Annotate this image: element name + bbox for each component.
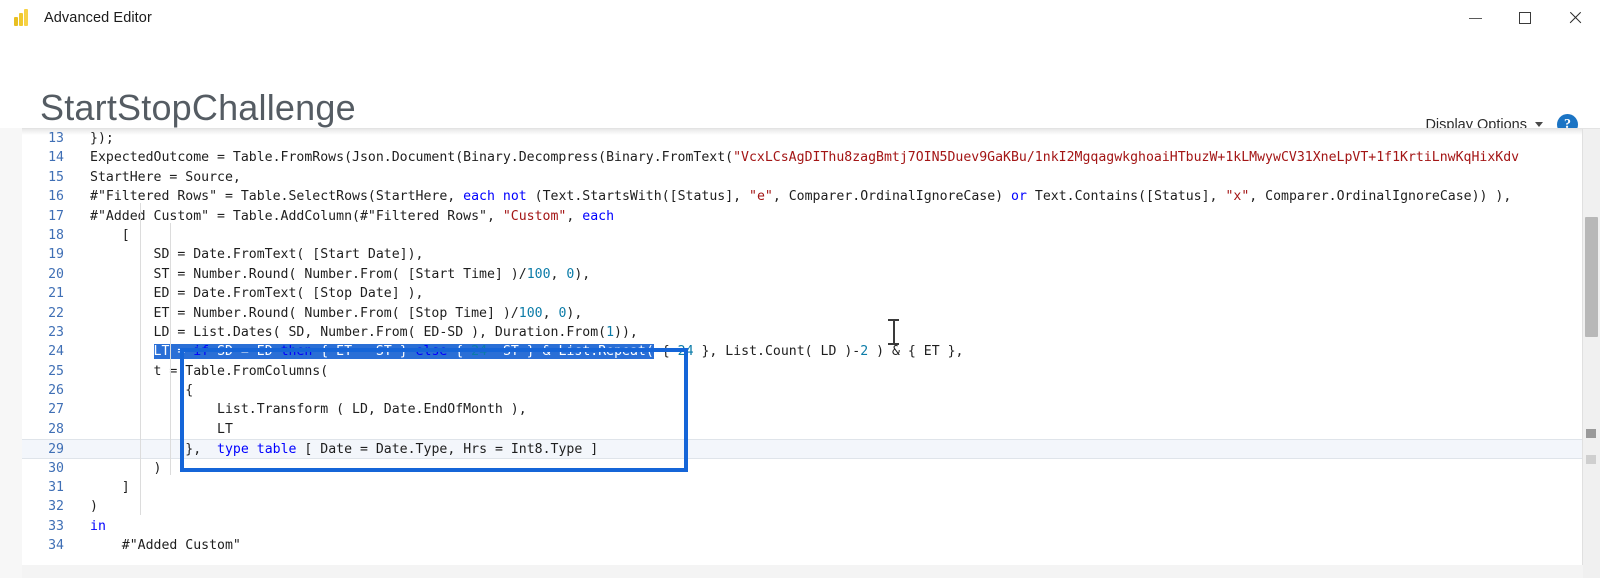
code-line-text: t = Table.FromColumns( (90, 363, 329, 379)
code-line[interactable]: 18 [ (22, 226, 1600, 245)
power-bi-icon (14, 9, 32, 27)
code-line[interactable]: 15 StartHere = Source, (22, 168, 1600, 187)
line-number: 33 (48, 518, 64, 534)
code-line[interactable]: 26 { (22, 381, 1600, 400)
line-number: 19 (48, 247, 64, 263)
code-line-text: ED = Date.FromText( [Stop Date] ), (90, 286, 424, 302)
code-line[interactable]: 30 ) (22, 459, 1600, 478)
code-line[interactable]: 29 }, type table [ Date = Date.Type, Hrs… (22, 439, 1600, 459)
code-line-text: ) (90, 460, 162, 476)
line-number: 27 (48, 402, 64, 418)
horizontal-scrollbar[interactable] (22, 565, 1583, 578)
code-line[interactable]: 33 in (22, 517, 1600, 536)
code-line[interactable]: 31 ] (22, 478, 1600, 497)
line-number: 20 (48, 266, 64, 282)
line-number: 28 (48, 421, 64, 437)
code-line[interactable]: 16 #"Filtered Rows" = Table.SelectRows(St… (22, 187, 1600, 206)
code-line[interactable]: 13}); (22, 129, 1600, 148)
code-line[interactable]: 28 LT (22, 420, 1600, 439)
line-number: 23 (48, 324, 64, 340)
code-line-text: ST = Number.Round( Number.From( [Start T… (90, 266, 591, 282)
code-line-text: List.Transform ( LD, Date.EndOfMonth ), (90, 402, 527, 418)
code-line-text: LD = List.Dates( SD, Number.From( ED-SD … (90, 324, 638, 340)
code-line[interactable]: 17 #"Added Custom" = Table.AddColumn(#"Fi… (22, 207, 1600, 226)
code-line[interactable]: 32) (22, 497, 1600, 516)
code-line-text: StartHere = Source, (90, 169, 241, 185)
code-line[interactable]: 19 SD = Date.FromText( [Start Date]), (22, 245, 1600, 264)
window-title: Advanced Editor (44, 10, 152, 26)
code-line-text: #"Added Custom" (90, 538, 241, 554)
code-line[interactable]: 27 List.Transform ( LD, Date.EndOfMonth … (22, 400, 1600, 419)
line-number: 30 (48, 460, 64, 476)
vertical-scrollbar[interactable] (1582, 129, 1600, 578)
code-line-text: #"Added Custom" = Table.AddColumn(#"Filt… (90, 208, 615, 224)
vertical-scrollbar-thumb[interactable] (1585, 217, 1598, 337)
line-number: 22 (48, 305, 64, 321)
window-controls (1450, 0, 1600, 36)
code-line[interactable]: 25 t = Table.FromColumns( (22, 362, 1600, 381)
editor-left-rail (0, 128, 23, 578)
line-number: 31 (48, 480, 64, 496)
code-line[interactable]: 23 LD = List.Dates( SD, Number.From( ED-… (22, 323, 1600, 342)
window-titlebar: Advanced Editor (0, 0, 1600, 36)
code-lines-container[interactable]: 13}); 14 ExpectedOutcome = Table.FromRows(… (22, 129, 1600, 578)
code-line-text: ] (90, 480, 130, 496)
line-number: 17 (48, 208, 64, 224)
code-line-text: [ (90, 227, 130, 243)
minimize-button[interactable] (1450, 0, 1500, 36)
close-icon (1568, 11, 1582, 25)
code-line-text: in (90, 518, 106, 534)
close-button[interactable] (1550, 0, 1600, 36)
code-line-text: { (90, 383, 194, 399)
code-line[interactable]: 22 ET = Number.Round( Number.From( [Stop… (22, 304, 1600, 323)
code-line-text: #"Filtered Rows" = Table.SelectRows(Star… (90, 189, 1512, 205)
line-number: 18 (48, 227, 64, 243)
titlebar-left-group: Advanced Editor (0, 9, 152, 27)
line-number: 32 (48, 499, 64, 515)
line-number: 15 (48, 169, 64, 185)
line-number: 25 (48, 363, 64, 379)
code-line-text: ET = Number.Round( Number.From( [Stop Ti… (90, 305, 583, 321)
line-number: 34 (48, 538, 64, 554)
line-number: 13 (48, 131, 64, 146)
code-line-text: ExpectedOutcome = Table.FromRows(Json.Do… (90, 150, 1520, 166)
code-line-text: LT = if SD = ED then { ET - ST } else { … (153, 344, 964, 360)
line-number: 26 (48, 383, 64, 399)
code-editor-panel[interactable]: 13}); 14 ExpectedOutcome = Table.FromRows(… (22, 128, 1600, 578)
code-line[interactable]: 24 LT = if SD = ED then { ET - ST } else… (22, 342, 1600, 361)
code-line-text: LT (90, 421, 233, 437)
query-name-title: StartStopChallenge (40, 87, 356, 128)
line-number: 21 (48, 286, 64, 302)
code-line-text: SD = Date.FromText( [Start Date]), (90, 247, 424, 263)
code-line-text: ) (90, 499, 98, 515)
chevron-down-icon (1535, 122, 1543, 127)
line-number: 29 (48, 442, 64, 458)
maximize-button[interactable] (1500, 0, 1550, 36)
editor-header: StartStopChallenge Display Options ? (0, 36, 1600, 135)
code-line-text: }, type table [ Date = Date.Type, Hrs = … (90, 442, 599, 458)
maximize-icon (1519, 12, 1531, 24)
code-line[interactable]: 20 ST = Number.Round( Number.From( [Star… (22, 265, 1600, 284)
line-number: 16 (48, 189, 64, 205)
line-number: 14 (48, 150, 64, 166)
line-number: 24 (48, 344, 64, 360)
code-line[interactable]: 34 #"Added Custom" (22, 536, 1600, 555)
minimize-icon (1468, 17, 1482, 19)
code-line[interactable]: 14 ExpectedOutcome = Table.FromRows(Json.… (22, 148, 1600, 167)
code-line[interactable]: 21 ED = Date.FromText( [Stop Date] ), (22, 284, 1600, 303)
code-line-text: }); (90, 131, 114, 146)
